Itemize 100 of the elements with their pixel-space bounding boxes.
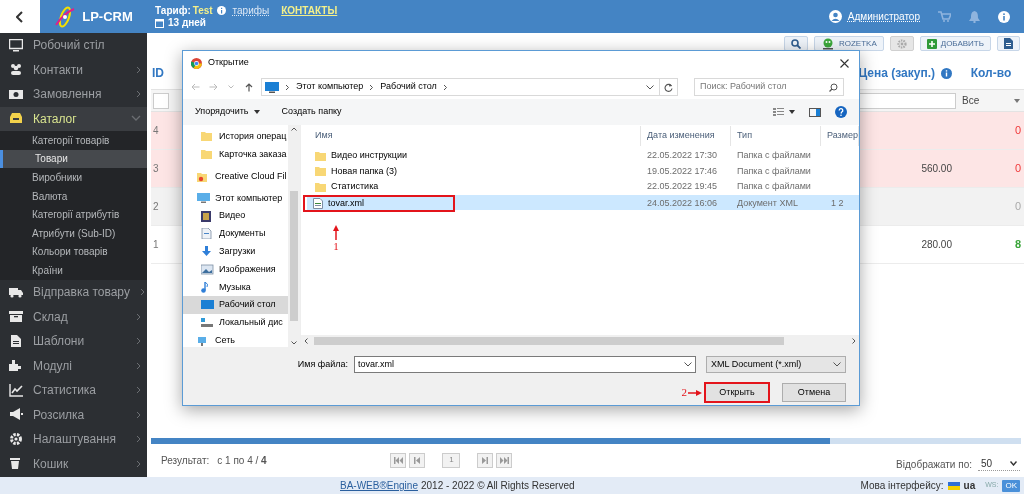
callout-number: 1 (333, 240, 339, 252)
submenu-item[interactable]: Атрибути (Sub-ID) (0, 223, 147, 243)
navigation-item[interactable]: Рабочий стол (183, 296, 288, 314)
search-field[interactable]: Поиск: Рабочий стол (694, 78, 844, 96)
export-button[interactable] (997, 36, 1020, 51)
chevron-right-icon (369, 83, 375, 91)
filter-field[interactable] (153, 92, 169, 109)
chevron-right-icon (285, 83, 290, 91)
first-page-button[interactable] (390, 452, 407, 468)
dialog-button[interactable]: Открыть (704, 382, 770, 403)
organize-button[interactable]: Упорядочить (195, 105, 260, 119)
file-type: Папка с файлами (737, 149, 812, 162)
per-page-label: Відображати по: (896, 457, 972, 472)
user-link[interactable]: Администратор (847, 9, 920, 24)
chevron-down-icon (684, 362, 692, 367)
column-header[interactable]: Размер (821, 126, 859, 146)
sidebar-item[interactable]: Замовлення (0, 82, 147, 107)
cart-icon[interactable] (938, 11, 951, 22)
submenu-item[interactable]: Категорії товарів (0, 131, 147, 150)
language-code[interactable]: ua (963, 478, 976, 493)
horizontal-scrollbar[interactable] (151, 438, 1021, 444)
back-button[interactable] (0, 0, 40, 33)
engine-link[interactable]: BA-WEB®Engine (340, 478, 418, 493)
new-folder-button[interactable]: Создать папку (281, 105, 342, 119)
sidebar-item[interactable]: Статистика (0, 377, 147, 403)
vertical-scrollbar[interactable] (288, 125, 300, 347)
file-size: 1 2 (830, 196, 845, 210)
sidebar-item[interactable]: Модулі (0, 353, 147, 378)
add-button[interactable]: ДОБАВИТЬ (919, 36, 991, 51)
chevron-right-icon (139, 288, 145, 296)
column-header[interactable]: Тип (731, 126, 821, 146)
navigation-item[interactable]: Документы (183, 225, 288, 243)
sidebar-item[interactable]: Відправка товару (0, 279, 147, 305)
user-icon (828, 10, 842, 23)
file-row[interactable]: Статистика 22.05.2022 19:45 Папка с файлами (307, 179, 859, 195)
navigation-icon (201, 299, 214, 311)
chevron-down-icon[interactable] (646, 84, 654, 90)
sidebar-item[interactable]: Розсилка (0, 402, 147, 427)
preview-pane-icon[interactable] (809, 107, 821, 117)
arrow-up-icon (245, 82, 253, 92)
previous-icon (414, 456, 421, 464)
result-label: Результат: (161, 453, 210, 468)
navigation-item[interactable]: Загрузки (183, 242, 288, 261)
chevron-up-icon (291, 127, 297, 131)
per-page-select[interactable]: 50 (978, 457, 1020, 471)
column-header[interactable]: Дата изменения (641, 126, 731, 146)
breadcrumb-item[interactable]: Рабочий стол (380, 80, 437, 94)
dialog-button[interactable]: Отмена (782, 383, 846, 402)
filename-input[interactable]: tovar.xml (358, 357, 684, 372)
sidebar-item[interactable]: Шаблони (0, 328, 147, 354)
info-icon (216, 6, 226, 15)
view-button[interactable] (773, 108, 795, 116)
submenu-item[interactable]: Виробники (0, 168, 147, 187)
breadcrumb-item[interactable]: Этот компьютер (296, 80, 364, 94)
sidebar-item[interactable]: Контакти (0, 57, 147, 82)
column-header[interactable]: Имя (301, 126, 641, 146)
navigation-item[interactable]: Этот компьютер (183, 189, 288, 208)
last-page-button[interactable] (496, 452, 513, 468)
bell-icon[interactable] (969, 10, 980, 23)
submenu-item[interactable]: Кольори товарів (0, 242, 147, 262)
search-input[interactable]: Поиск: Рабочий стол (700, 80, 829, 94)
file-row[interactable]: Новая папка (3) 19.05.2022 17:46 Папка с файлами (307, 163, 859, 179)
sidebar-item[interactable]: Робочий стіл (0, 33, 147, 58)
help-icon[interactable] (835, 106, 847, 118)
navigation-item[interactable]: Видео (183, 207, 288, 225)
navigation-item[interactable]: История операц (183, 128, 288, 146)
navigation-item[interactable]: Карточка заказа (183, 145, 288, 164)
settings-button[interactable] (889, 36, 914, 51)
next-page-button[interactable] (477, 452, 494, 468)
previous-page-button[interactable] (409, 452, 426, 468)
submenu-item[interactable]: Країни (0, 261, 147, 280)
navigation-item[interactable]: Изображения (183, 260, 288, 279)
language-label: Мова інтерфейсу: (860, 479, 944, 493)
file-row[interactable]: Видео инструкции 22.05.2022 17:30 Папка с файлами (307, 148, 859, 164)
logo-text: LP-CRM (82, 7, 133, 26)
info-icon[interactable] (998, 10, 1010, 23)
chevron-down-icon (833, 362, 841, 367)
quantity-cell-text: 8 (1013, 237, 1022, 253)
submenu-item[interactable]: Валюта (0, 186, 147, 206)
sidebar-item[interactable]: Склад (0, 304, 147, 329)
chevron-right-icon (852, 338, 856, 344)
navigation-item[interactable]: Creative Cloud Fil (183, 167, 288, 186)
rozetka-button[interactable]: ROZETKA (813, 36, 884, 51)
horizontal-scrollbar[interactable] (301, 335, 859, 347)
sidebar-item[interactable]: Налаштування (0, 426, 147, 452)
tariff-name: Test (192, 4, 213, 17)
sidebar-item[interactable]: Кошик (0, 451, 147, 476)
navigation-item[interactable]: Сеть (183, 331, 288, 347)
price-filter-field[interactable] (857, 92, 956, 109)
navigation-item[interactable]: Локальный дис (183, 313, 288, 332)
sidebar-item[interactable]: Каталог (0, 106, 147, 131)
filename-field[interactable]: tovar.xml (354, 356, 696, 373)
submenu-item[interactable]: Товари (0, 149, 147, 169)
close-button[interactable] (837, 56, 851, 70)
submenu-item[interactable]: Категорії атрибутів (0, 205, 147, 224)
quantity-cell-text: 0 (1013, 123, 1022, 139)
quantity-filter-select[interactable]: Все (958, 92, 1024, 109)
address-bar[interactable]: Этот компьютер Рабочий стол (261, 78, 678, 96)
navigation-item[interactable]: Музыка (183, 278, 288, 297)
file-type-select[interactable]: XML Document (*.xml) (706, 356, 846, 373)
